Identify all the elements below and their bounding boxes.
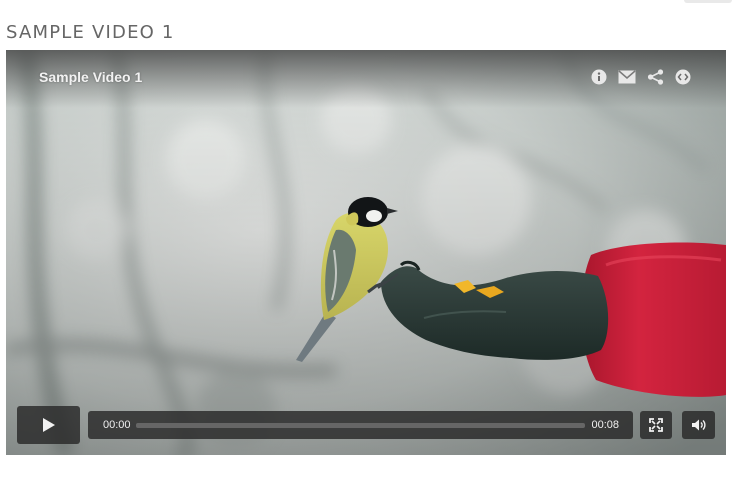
fullscreen-icon bbox=[649, 418, 663, 432]
top-corner-tab bbox=[684, 0, 732, 3]
control-bar: 00:00 00:08 bbox=[6, 405, 726, 445]
timeline: 00:00 00:08 bbox=[88, 411, 633, 439]
video-title: Sample Video 1 bbox=[39, 69, 143, 85]
video-player[interactable]: Sample Video 1 00:00 00:08 bbox=[6, 50, 726, 455]
share-icon[interactable] bbox=[646, 68, 664, 86]
top-actions bbox=[590, 68, 692, 86]
volume-icon bbox=[691, 419, 706, 431]
embed-icon[interactable] bbox=[674, 68, 692, 86]
info-icon[interactable] bbox=[590, 68, 608, 86]
title-overlay: Sample Video 1 bbox=[6, 50, 726, 108]
page-title: SAMPLE VIDEO 1 bbox=[6, 22, 175, 44]
volume-button[interactable] bbox=[682, 411, 715, 439]
duration-time: 00:08 bbox=[591, 419, 619, 431]
play-icon bbox=[42, 418, 55, 432]
current-time: 00:00 bbox=[103, 419, 131, 431]
email-icon[interactable] bbox=[618, 68, 636, 86]
play-button[interactable] bbox=[17, 406, 80, 444]
seek-bar[interactable] bbox=[136, 423, 585, 428]
video-frame[interactable] bbox=[6, 50, 726, 455]
fullscreen-button[interactable] bbox=[640, 411, 672, 439]
